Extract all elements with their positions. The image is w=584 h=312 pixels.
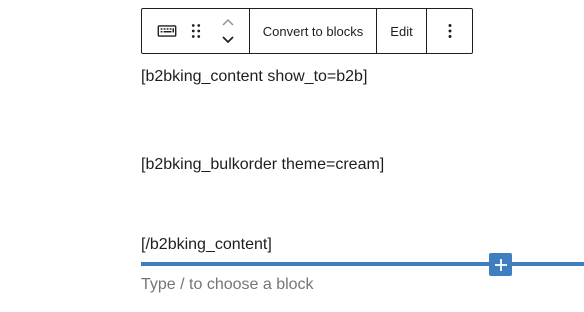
inserter-button[interactable] (489, 253, 512, 276)
more-vertical-icon[interactable] (445, 20, 455, 42)
block-toolbar: Convert to blocks Edit (141, 8, 473, 54)
drag-handle-icon[interactable] (178, 20, 204, 42)
default-block-appender[interactable]: Type / to choose a block (141, 276, 314, 294)
convert-to-blocks-button[interactable]: Convert to blocks (263, 24, 363, 39)
plus-icon (494, 258, 507, 271)
convert-group: Convert to blocks (250, 9, 377, 53)
block-insertion-line (141, 262, 584, 266)
chevron-down-icon[interactable] (220, 34, 236, 46)
editor-canvas: Convert to blocks Edit [b2bking_content … (0, 0, 584, 312)
shortcode-line[interactable]: [b2bking_content show_to=b2b] (141, 68, 367, 86)
edit-group: Edit (377, 9, 427, 53)
shortcode-line[interactable]: [b2bking_bulkorder theme=cream] (141, 156, 384, 174)
block-movers (220, 16, 236, 46)
options-group (427, 9, 472, 53)
chevron-up-icon[interactable] (220, 16, 236, 28)
edit-button[interactable]: Edit (390, 24, 412, 39)
shortcode-line[interactable]: [/b2bking_content] (141, 236, 272, 254)
keyboard-icon[interactable] (156, 20, 178, 42)
block-controls-group (142, 9, 250, 53)
